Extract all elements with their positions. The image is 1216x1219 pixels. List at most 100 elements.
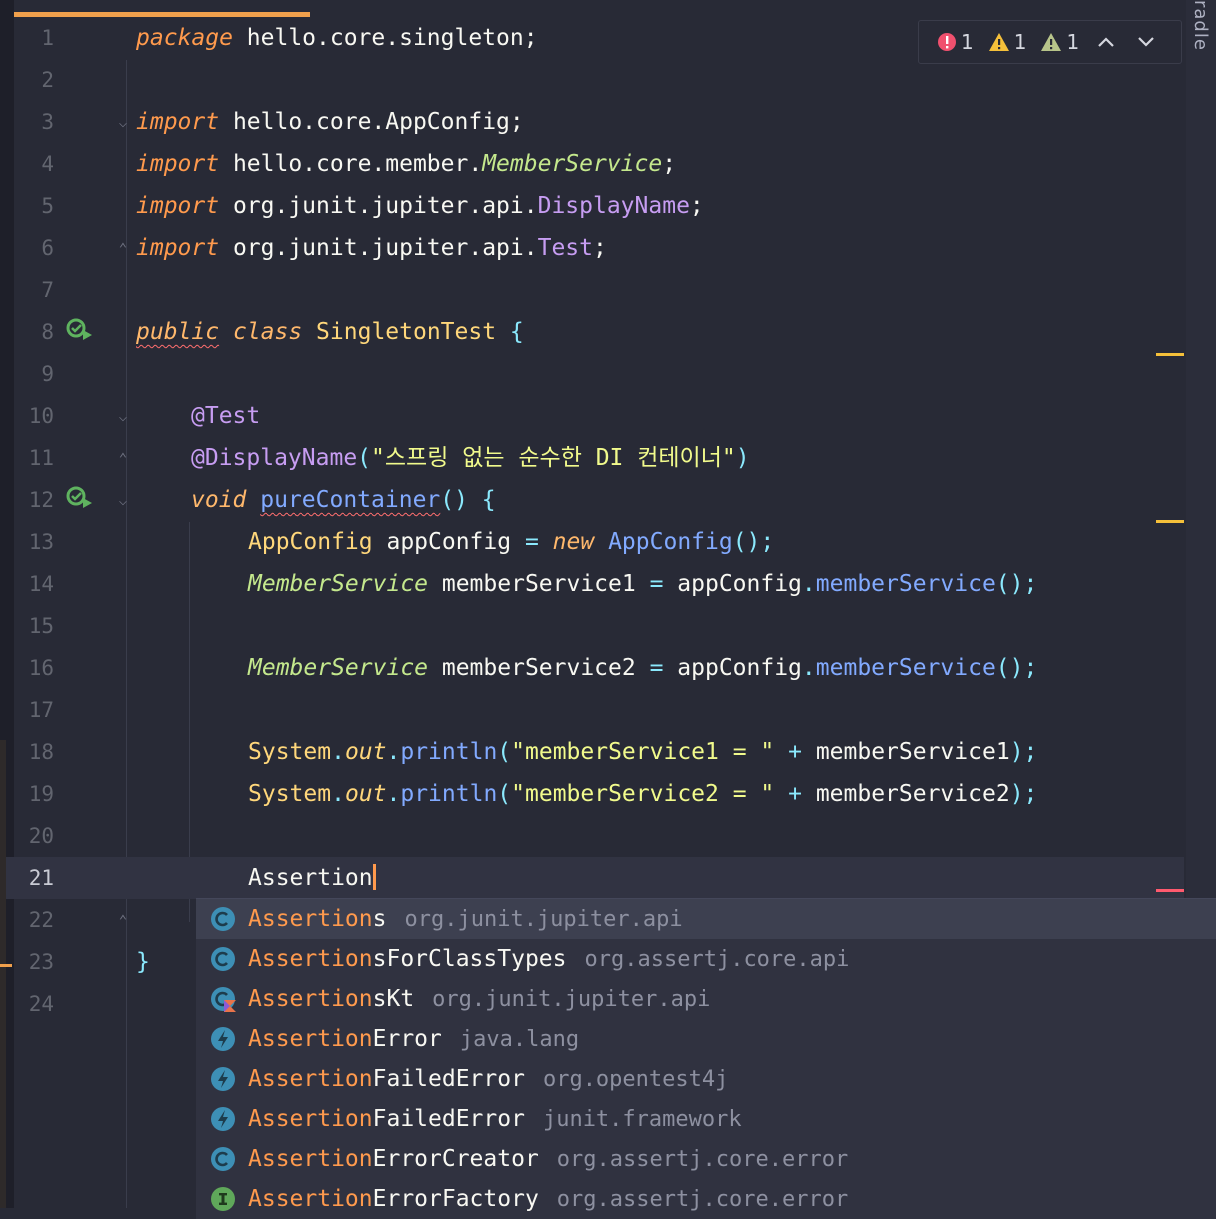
code-line-7[interactable]: 7	[0, 269, 1184, 311]
completion-item[interactable]: AssertionErrorCreator org.assertj.core.er…	[196, 1139, 1216, 1179]
interface-icon	[210, 1186, 236, 1212]
line-number: 1	[41, 26, 54, 50]
code-line-18[interactable]: 18 System.out.println("memberService1 = …	[0, 731, 1184, 773]
warning-marker[interactable]	[1156, 520, 1184, 523]
class-icon	[210, 906, 236, 932]
code-line-6[interactable]: 6 import org.junit.jupiter.api.Test;	[0, 227, 1184, 269]
code-editor[interactable]: 1 package hello.core.singleton; 2 3 impo…	[0, 0, 1216, 1219]
line-number: 16	[28, 656, 54, 680]
completion-item[interactable]: AssertionsKt org.junit.jupiter.api	[196, 979, 1216, 1019]
line-number: 24	[28, 992, 54, 1016]
kotlin-class-icon	[210, 986, 236, 1012]
line-number: 19	[28, 782, 54, 806]
code-line-15[interactable]: 15	[0, 605, 1184, 647]
code-line-12[interactable]: 12 void pureContainer() {	[0, 479, 1184, 521]
code-text: System.out.println("memberService1 = " +…	[248, 739, 1038, 765]
code-line-16[interactable]: 16 MemberService memberService2 = appCon…	[0, 647, 1184, 689]
fold-end-icon[interactable]: ⌃	[116, 241, 130, 257]
completion-item-name: AssertionsForClassTypes	[248, 946, 567, 972]
code-line-13[interactable]: 13 AppConfig appConfig = new AppConfig()…	[0, 521, 1184, 563]
completion-item[interactable]: Assertions org.junit.jupiter.api	[196, 899, 1216, 939]
code-text: AppConfig appConfig = new AppConfig();	[248, 529, 775, 555]
fold-icon[interactable]: ⌵	[116, 409, 130, 425]
warning-count[interactable]: 1	[988, 30, 1026, 54]
completion-item-package: junit.framework	[542, 1106, 742, 1132]
exception-icon	[210, 1106, 236, 1132]
completion-item-name: AssertionsKt	[248, 986, 415, 1012]
text-caret	[372, 864, 376, 890]
error-marker[interactable]	[1156, 889, 1184, 892]
code-text: void pureContainer() {	[191, 487, 496, 513]
code-text: import hello.core.AppConfig;	[136, 109, 524, 135]
inspection-widget[interactable]: 1 1 1	[918, 20, 1182, 64]
code-text: public class SingletonTest {	[136, 319, 524, 345]
completion-item-package: org.assertj.core.api	[584, 946, 850, 972]
code-text: import org.junit.jupiter.api.Test;	[136, 235, 607, 261]
completion-item-name: AssertionFailedError	[248, 1066, 525, 1092]
completion-item-package: org.assertj.core.error	[556, 1146, 849, 1172]
code-line-8[interactable]: 8 public class SingletonTest {	[0, 311, 1184, 353]
completion-item[interactable]: AssertionError java.lang	[196, 1019, 1216, 1059]
fold-end-icon[interactable]: ⌃	[116, 451, 130, 467]
code-text: System.out.println("memberService2 = " +…	[248, 781, 1038, 807]
line-number: 14	[28, 572, 54, 596]
code-text: Assertion	[248, 857, 376, 899]
exception-icon	[210, 1066, 236, 1092]
code-line-19[interactable]: 19 System.out.println("memberService2 = …	[0, 773, 1184, 815]
fold-icon[interactable]: ⌵	[116, 115, 130, 131]
line-number: 6	[41, 236, 54, 260]
code-line-14[interactable]: 14 MemberService memberService1 = appCon…	[0, 563, 1184, 605]
completion-item-name: AssertionFailedError	[248, 1106, 525, 1132]
completion-item-name: Assertions	[248, 906, 387, 932]
line-number: 13	[28, 530, 54, 554]
line-number: 8	[41, 320, 54, 344]
line-number: 7	[41, 278, 54, 302]
class-icon	[210, 946, 236, 972]
completion-item-name: AssertionError	[248, 1026, 442, 1052]
completion-item-package: org.junit.jupiter.api	[404, 906, 683, 932]
line-number: 23	[28, 950, 54, 974]
completion-item[interactable]: AssertionsForClassTypes org.assertj.core.…	[196, 939, 1216, 979]
line-number: 11	[28, 446, 54, 470]
run-test-icon[interactable]	[66, 318, 94, 342]
code-line-10[interactable]: 10 @Test	[0, 395, 1184, 437]
error-count[interactable]: 1	[937, 30, 974, 54]
completion-item[interactable]: AssertionFailedError junit.framework	[196, 1099, 1216, 1139]
code-line-4[interactable]: 4 import hello.core.member.MemberService…	[0, 143, 1184, 185]
code-line-11[interactable]: 11 @DisplayName("스프링 없는 순수한 DI 컨테이너")	[0, 437, 1184, 479]
code-text: MemberService memberService2 = appConfig…	[248, 655, 1038, 681]
weak-warning-count[interactable]: 1	[1040, 30, 1079, 54]
gradle-tab[interactable]: radle	[1190, 0, 1211, 51]
code-line-5[interactable]: 5 import org.junit.jupiter.api.DisplayNa…	[0, 185, 1184, 227]
warning-icon	[988, 33, 1009, 51]
completion-item-package: org.junit.jupiter.api	[432, 986, 711, 1012]
error-icon	[938, 33, 956, 51]
completion-item[interactable]: AssertionErrorFactory org.assertj.core.er…	[196, 1179, 1216, 1219]
line-number: 22	[28, 908, 54, 932]
fold-icon[interactable]: ⌵	[116, 493, 130, 509]
completion-item-package: org.opentest4j	[542, 1066, 729, 1092]
next-problem-button[interactable]	[1133, 32, 1159, 53]
line-number: 20	[28, 824, 54, 848]
line-number: 21	[28, 866, 54, 890]
line-number: 9	[41, 362, 54, 386]
line-number: 18	[28, 740, 54, 764]
code-line-3[interactable]: 3 import hello.core.AppConfig;	[0, 101, 1184, 143]
code-line-17[interactable]: 17	[0, 689, 1184, 731]
code-completion-popup[interactable]: Assertions org.junit.jupiter.api Assertion…	[196, 898, 1216, 1219]
fold-end-icon[interactable]: ⌃	[116, 913, 130, 929]
code-text: import org.junit.jupiter.api.DisplayName…	[136, 193, 704, 219]
line-number: 4	[41, 152, 54, 176]
completion-item[interactable]: AssertionFailedError org.opentest4j	[196, 1059, 1216, 1099]
warning-marker[interactable]	[1156, 353, 1184, 356]
code-line-21[interactable]: 21 Assertion	[0, 857, 1184, 899]
code-line-2[interactable]: 2	[0, 59, 1184, 101]
run-test-icon[interactable]	[66, 486, 94, 510]
code-line-9[interactable]: 9	[0, 353, 1184, 395]
previous-problem-button[interactable]	[1093, 32, 1119, 53]
completion-item-name: AssertionErrorFactory	[248, 1186, 539, 1212]
code-line-20[interactable]: 20	[0, 815, 1184, 857]
line-number: 12	[28, 488, 54, 512]
line-number: 3	[41, 110, 54, 134]
side-accent	[0, 740, 6, 1208]
